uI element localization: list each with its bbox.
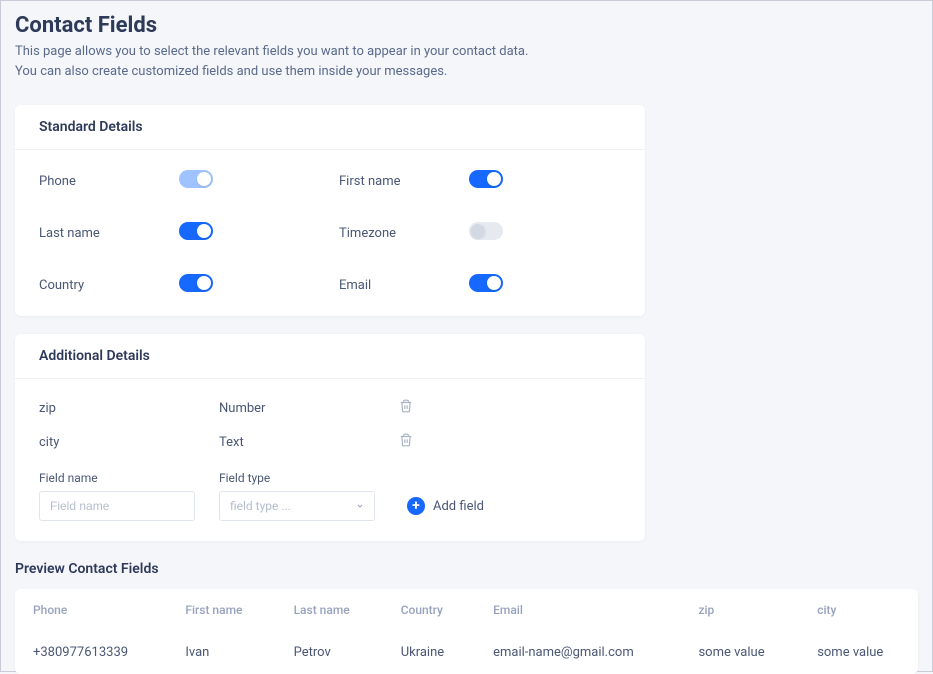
th-last-name: Last name [276,589,383,631]
th-phone: Phone [15,589,167,631]
th-country: Country [383,589,475,631]
td-email: email-name@gmail.com [475,631,680,674]
field-type-placeholder: field type ... [230,499,291,513]
trash-icon [399,399,413,413]
additional-field-name: city [39,435,219,450]
field-type-select[interactable]: field type ... [219,491,375,521]
standard-details-card: Standard Details Phone First name Last n… [15,105,645,316]
preview-title: Preview Contact Fields [15,561,918,577]
th-first-name: First name [167,589,275,631]
delete-zip-button[interactable] [399,399,429,417]
phone-label: Phone [39,174,179,189]
additional-row-city: city Text [39,433,621,451]
field-name-label: Field name [39,471,195,485]
page-title: Contact Fields [15,13,918,38]
country-label: Country [39,278,179,293]
field-name-input[interactable] [39,491,195,521]
chevron-down-icon [356,502,364,510]
plus-icon: + [407,497,425,515]
timezone-label: Timezone [339,226,469,241]
td-phone: +380977613339 [15,631,167,674]
additional-details-header: Additional Details [15,334,645,379]
additional-field-type: Text [219,435,399,450]
email-toggle[interactable] [469,274,503,292]
th-zip: zip [680,589,799,631]
timezone-toggle[interactable] [469,222,503,240]
email-label: Email [339,278,469,293]
td-last-name: Petrov [276,631,383,674]
country-toggle[interactable] [179,274,213,292]
phone-toggle[interactable] [179,170,213,188]
td-city: some value [799,631,918,674]
additional-details-card: Additional Details zip Number city Text … [15,334,645,541]
preview-table: Phone First name Last name Country Email… [15,589,918,674]
additional-row-zip: zip Number [39,399,621,417]
additional-field-name: zip [39,401,219,416]
add-field-button[interactable]: + Add field [407,491,484,521]
field-type-label: Field type [219,471,375,485]
last-name-toggle[interactable] [179,222,213,240]
table-header-row: Phone First name Last name Country Email… [15,589,918,631]
first-name-label: First name [339,174,469,189]
additional-field-type: Number [219,401,399,416]
page-desc-line1: This page allows you to select the relev… [15,42,918,62]
delete-city-button[interactable] [399,433,429,451]
td-country: Ukraine [383,631,475,674]
page-description: This page allows you to select the relev… [15,42,918,81]
add-field-label: Add field [433,499,484,514]
page-desc-line2: You can also create customized fields an… [15,62,918,82]
td-first-name: Ivan [167,631,275,674]
th-city: city [799,589,918,631]
th-email: Email [475,589,680,631]
first-name-toggle[interactable] [469,170,503,188]
td-zip: some value [680,631,799,674]
standard-details-header: Standard Details [15,105,645,150]
preview-section: Preview Contact Fields Phone First name … [15,561,918,674]
table-row: +380977613339 Ivan Petrov Ukraine email-… [15,631,918,674]
last-name-label: Last name [39,226,179,241]
trash-icon [399,433,413,447]
